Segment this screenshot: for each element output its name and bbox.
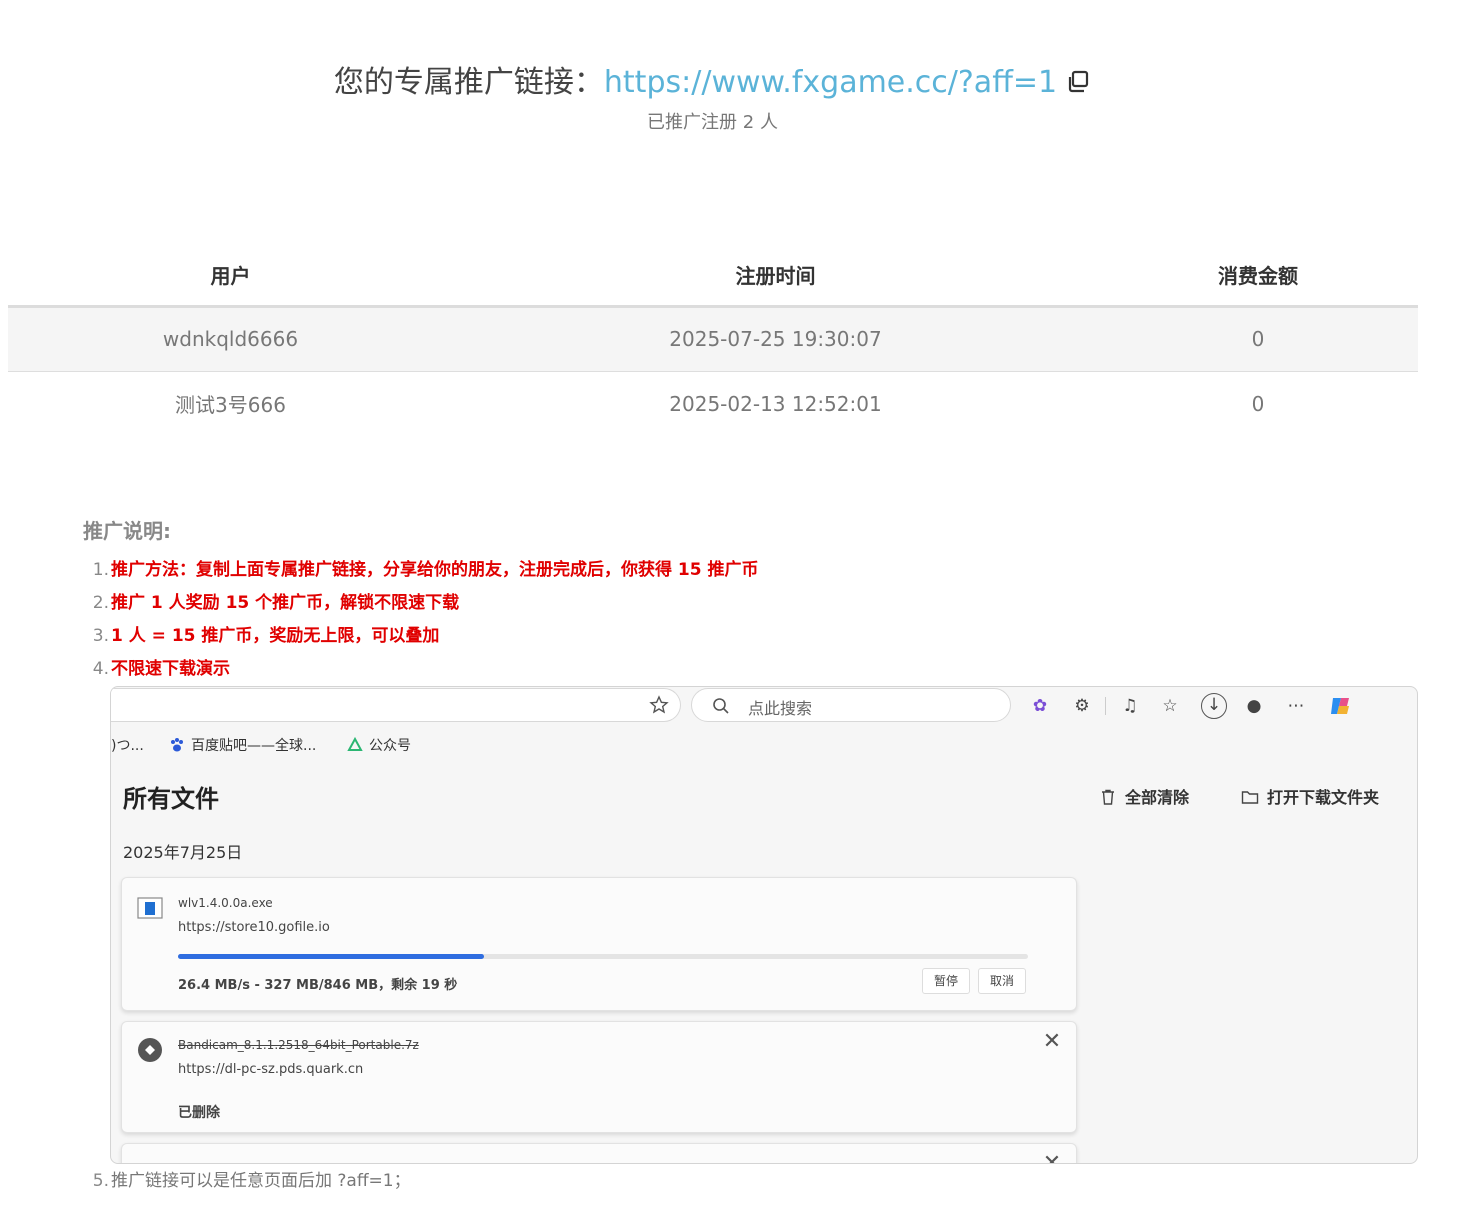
instructions-title: 推广说明: bbox=[83, 519, 171, 543]
table-header-row: 用户 注册时间 消费金额 bbox=[8, 244, 1418, 308]
table-row: 测试3号666 2025-02-13 12:52:01 0 bbox=[8, 371, 1418, 436]
extension-flower-icon: ✿ bbox=[1032, 696, 1048, 716]
download-item: Bandicam_8.1.1.2518_64bit_Portable.7z ht… bbox=[121, 1021, 1077, 1133]
trash-icon bbox=[1099, 788, 1117, 806]
cell-user: 测试3号666 bbox=[175, 393, 286, 418]
download-status: 已删除 bbox=[178, 1105, 220, 1121]
promo-header: 您的专属推广链接：https://www.fxgame.cc/?aff=1 已推… bbox=[0, 62, 1425, 134]
promo-link-label: 您的专属推广链接： bbox=[333, 65, 604, 100]
search-placeholder: 点此搜索 bbox=[748, 699, 813, 718]
list-text: 不限速下载演示 bbox=[111, 659, 230, 679]
list-item: 2. 推广 1 人奖励 15 个推广币，解锁不限速下载 bbox=[83, 587, 1423, 620]
column-header-user: 用户 bbox=[8, 244, 453, 308]
download-progress bbox=[178, 954, 1028, 959]
download-filename: wlv1.4.0.0a.exe bbox=[178, 896, 273, 910]
download-url: https://store10.gofile.io bbox=[178, 920, 330, 935]
list-text: 推广链接可以是任意页面后加 ?aff=1； bbox=[111, 1171, 411, 1191]
clear-all-action: 全部清除 bbox=[1099, 784, 1189, 808]
search-box: 点此搜索 bbox=[691, 688, 1011, 722]
more-icon: ⋯ bbox=[1287, 696, 1305, 716]
download-filename: Bandicam_8.1.1.2518_64bit_Portable.7z bbox=[178, 1038, 419, 1052]
cell-time: 2025-07-25 19:30:07 bbox=[453, 306, 1098, 372]
table-row: wdnkqld6666 2025-07-25 19:30:07 0 bbox=[8, 306, 1418, 372]
bookmark-label: 百度贴吧——全球... bbox=[191, 738, 317, 754]
cancel-button: 取消 bbox=[978, 968, 1026, 994]
list-number: 3. bbox=[92, 626, 109, 646]
list-item: 3. 1 人 = 15 推广币，奖励无上限，可以叠加 bbox=[83, 620, 1423, 653]
open-folder-label: 打开下载文件夹 bbox=[1267, 788, 1380, 807]
open-folder-action: 打开下载文件夹 bbox=[1241, 784, 1379, 808]
download-icon: ↓ bbox=[1201, 693, 1227, 719]
list-item: 4. 不限速下载演示 bbox=[83, 653, 1423, 686]
close-icon: ✕ bbox=[1042, 1029, 1062, 1054]
download-status: 26.4 MB/s - 327 MB/846 MB，剩余 19 秒 bbox=[178, 978, 458, 993]
cell-user: wdnkqld6666 bbox=[8, 306, 453, 372]
column-header-amount: 消费金额 bbox=[1098, 244, 1418, 308]
list-number: 1. bbox=[92, 560, 109, 580]
toolbar-separator bbox=[1105, 697, 1106, 715]
archive-file-icon bbox=[136, 1036, 164, 1064]
referral-table: 用户 注册时间 消费金额 wdnkqld6666 2025-07-25 19:3… bbox=[8, 244, 1418, 436]
baidu-paw-icon bbox=[169, 737, 185, 753]
list-text: 推广方法：复制上面专属推广链接，分享给你的朋友，注册完成后，你获得 15 推广币 bbox=[111, 560, 759, 580]
download-demo-screenshot: 点此搜索 ✿ ⚙ ♫ ☆ ↓ ● ⋯ )つ... 百度贴吧——全球... 公众号 bbox=[110, 686, 1418, 1164]
list-item: 1. 推广方法：复制上面专属推广链接，分享给你的朋友，注册完成后，你获得 15 推… bbox=[83, 554, 1423, 587]
wechat-channel-icon bbox=[347, 736, 363, 753]
clear-all-label: 全部清除 bbox=[1125, 788, 1190, 807]
instructions-list: 1. 推广方法：复制上面专属推广链接，分享给你的朋友，注册完成后，你获得 15 推… bbox=[83, 554, 1423, 686]
list-number: 4. bbox=[92, 659, 109, 679]
browser-toolbar: 点此搜索 ✿ ⚙ ♫ ☆ ↓ ● ⋯ bbox=[111, 687, 1417, 725]
cell-amount: 0 bbox=[1098, 306, 1418, 372]
favorite-star-icon bbox=[649, 695, 669, 715]
downloads-title: 所有文件 bbox=[123, 785, 219, 813]
downloads-date: 2025年7月25日 bbox=[123, 843, 243, 862]
bookmark-item: 公众号 bbox=[347, 735, 411, 755]
download-item: ✕ bbox=[121, 1143, 1077, 1164]
extension-puzzle-icon: ⚙ bbox=[1074, 696, 1090, 716]
download-item: wlv1.4.0.0a.exe https://store10.gofile.i… bbox=[121, 877, 1077, 1011]
list-number: 2. bbox=[92, 593, 109, 613]
copilot-icon bbox=[1327, 692, 1355, 720]
address-bar bbox=[111, 688, 681, 722]
folder-icon bbox=[1241, 788, 1259, 806]
page: 您的专属推广链接：https://www.fxgame.cc/?aff=1 已推… bbox=[0, 0, 1463, 1225]
search-icon bbox=[712, 697, 730, 715]
pause-button: 暂停 bbox=[922, 968, 970, 994]
bookmark-label: 公众号 bbox=[369, 738, 411, 754]
bookmark-item: )つ... bbox=[111, 738, 144, 754]
list-item: 5. 推广链接可以是任意页面后加 ?aff=1； bbox=[83, 1166, 411, 1196]
promo-link[interactable]: https://www.fxgame.cc/?aff=1 bbox=[604, 65, 1057, 100]
instructions: 推广说明: 1. 推广方法：复制上面专属推广链接，分享给你的朋友，注册完成后，你获… bbox=[83, 516, 1423, 686]
profile-icon: ● bbox=[1246, 696, 1262, 716]
copy-icon[interactable] bbox=[1065, 65, 1091, 93]
close-icon: ✕ bbox=[1042, 1151, 1062, 1164]
download-url: https://dl-pc-sz.pds.quark.cn bbox=[178, 1062, 364, 1077]
bookmark-item: 百度贴吧——全球... bbox=[169, 735, 316, 755]
promo-count: 已推广注册 2 人 bbox=[647, 112, 778, 133]
column-header-time: 注册时间 bbox=[453, 244, 1098, 308]
media-icon: ♫ bbox=[1122, 696, 1138, 716]
cell-amount: 0 bbox=[1251, 391, 1265, 416]
list-number: 5. bbox=[92, 1171, 109, 1191]
download-progress-fill bbox=[178, 954, 484, 959]
cell-time: 2025-02-13 12:52:01 bbox=[669, 391, 882, 416]
promo-link-line: 您的专属推广链接：https://www.fxgame.cc/?aff=1 bbox=[0, 62, 1425, 104]
list-text: 推广 1 人奖励 15 个推广币，解锁不限速下载 bbox=[111, 593, 460, 613]
list-text: 1 人 = 15 推广币，奖励无上限，可以叠加 bbox=[111, 626, 440, 646]
favorites-icon: ☆ bbox=[1162, 696, 1178, 716]
exe-file-icon bbox=[136, 894, 164, 922]
